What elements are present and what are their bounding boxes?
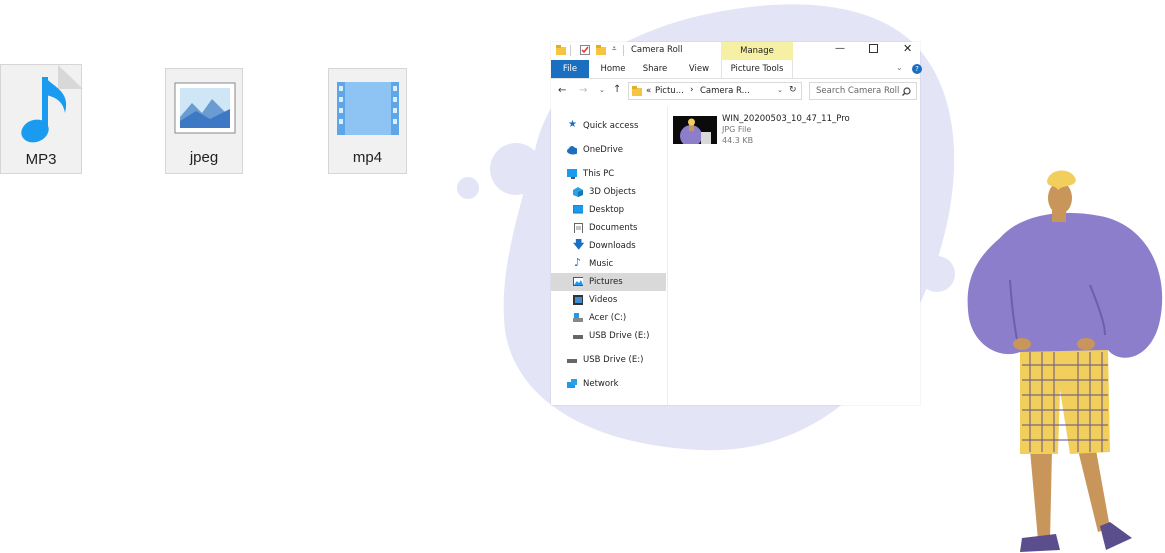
folder-icon <box>556 45 566 55</box>
monitor-icon <box>567 169 577 179</box>
nav-documents[interactable]: Documents <box>551 219 666 237</box>
file-size: 44.3 KB <box>722 136 754 145</box>
usb-drive-icon <box>567 359 577 363</box>
file-explorer-window: ⩡ Camera Roll Manage — ✕ File Home Share… <box>551 42 922 405</box>
download-arrow-icon: 🡇 <box>573 238 585 251</box>
close-button[interactable]: ✕ <box>903 42 912 55</box>
nav-videos[interactable]: Videos <box>551 291 666 309</box>
window-title: Camera Roll <box>631 45 683 55</box>
properties-icon[interactable] <box>580 45 590 55</box>
address-dropdown-icon[interactable]: ⌄ <box>777 86 783 94</box>
file-item[interactable]: WIN_20200503_10_47_11_Pro JPG File 44.3 … <box>673 114 913 146</box>
nav-quick-access[interactable]: ★ Quick access <box>551 117 666 135</box>
music-note-icon: ♪ <box>574 256 582 269</box>
file-name: WIN_20200503_10_47_11_Pro <box>722 114 850 124</box>
network-icon <box>567 379 577 388</box>
drive-icon <box>573 313 583 322</box>
nav-network[interactable]: Network <box>551 375 666 393</box>
jpeg-file-icon[interactable]: jpeg <box>165 68 243 174</box>
new-folder-icon[interactable] <box>596 45 606 55</box>
tab-share[interactable]: Share <box>637 60 673 78</box>
ribbon-tabs: File Home Share View Picture Tools ⌄ ? <box>551 60 922 79</box>
navigation-pane: ★ Quick access OneDrive This PC 3D Objec… <box>551 106 668 405</box>
jpeg-label: jpeg <box>189 149 219 166</box>
maximize-button[interactable] <box>869 44 878 53</box>
tab-home[interactable]: Home <box>595 60 631 78</box>
tab-picture-tools[interactable]: Picture Tools <box>721 60 793 78</box>
nav-pictures[interactable]: Pictures <box>551 273 666 291</box>
minimize-button[interactable]: — <box>835 43 845 54</box>
nav-acer-c[interactable]: Acer (C:) <box>551 309 666 327</box>
mp3-label: MP3 <box>25 151 57 168</box>
mp4-file-icon[interactable]: mp4 <box>328 68 407 174</box>
star-icon: ★ <box>568 119 577 130</box>
nav-3d-objects[interactable]: 3D Objects <box>551 183 666 201</box>
nav-onedrive[interactable]: OneDrive <box>551 141 666 159</box>
back-arrow-icon[interactable]: ← <box>558 85 566 96</box>
refresh-icon[interactable]: ↻ <box>789 85 797 95</box>
tab-view[interactable]: View <box>681 60 717 78</box>
tab-file[interactable]: File <box>551 60 589 78</box>
usb-drive-icon <box>573 335 583 339</box>
pictures-icon <box>573 277 583 286</box>
file-type: JPG File <box>722 125 752 134</box>
breadcrumb-separator-icon: › <box>690 85 694 95</box>
breadcrumb-pictures[interactable]: Pictu... <box>655 86 684 96</box>
nav-music[interactable]: ♪ Music <box>551 255 666 273</box>
cloud-icon <box>567 146 577 155</box>
nav-usb-drive[interactable]: USB Drive (E:) <box>551 351 666 369</box>
customize-toolbar-icon[interactable]: ⩡ <box>612 44 617 54</box>
nav-usb-drive-child[interactable]: USB Drive (E:) <box>551 327 666 345</box>
up-arrow-icon[interactable]: ↑ <box>613 84 621 95</box>
breadcrumb-camera-roll[interactable]: Camera R... <box>700 86 750 96</box>
mp4-label: mp4 <box>352 149 383 166</box>
person-illustration <box>967 170 1163 552</box>
desktop-icon <box>573 205 583 214</box>
file-thumbnail <box>673 116 717 144</box>
search-icon[interactable] <box>902 87 911 96</box>
film-icon <box>573 295 583 305</box>
manage-tab[interactable]: Manage <box>721 42 793 60</box>
folder-icon <box>632 86 642 96</box>
address-bar[interactable]: « Pictu... › Camera R... ⌄ ↻ <box>628 82 802 100</box>
nav-desktop[interactable]: Desktop <box>551 201 666 219</box>
nav-downloads[interactable]: 🡇 Downloads <box>551 237 666 255</box>
mp3-file-icon[interactable]: MP3 <box>0 64 83 174</box>
title-bar: ⩡ Camera Roll Manage — ✕ <box>551 42 920 60</box>
search-placeholder: Search Camera Roll <box>816 86 900 96</box>
recent-locations-icon[interactable]: ⌄ <box>599 86 605 94</box>
search-box[interactable]: Search Camera Roll <box>809 82 917 100</box>
forward-arrow-icon[interactable]: → <box>579 85 587 96</box>
cube-icon <box>573 187 583 197</box>
document-icon <box>574 223 583 233</box>
help-icon[interactable]: ? <box>912 64 922 74</box>
breadcrumb-overflow[interactable]: « <box>646 86 651 96</box>
nav-this-pc[interactable]: This PC <box>551 165 666 183</box>
chevron-down-icon[interactable]: ⌄ <box>896 63 903 72</box>
